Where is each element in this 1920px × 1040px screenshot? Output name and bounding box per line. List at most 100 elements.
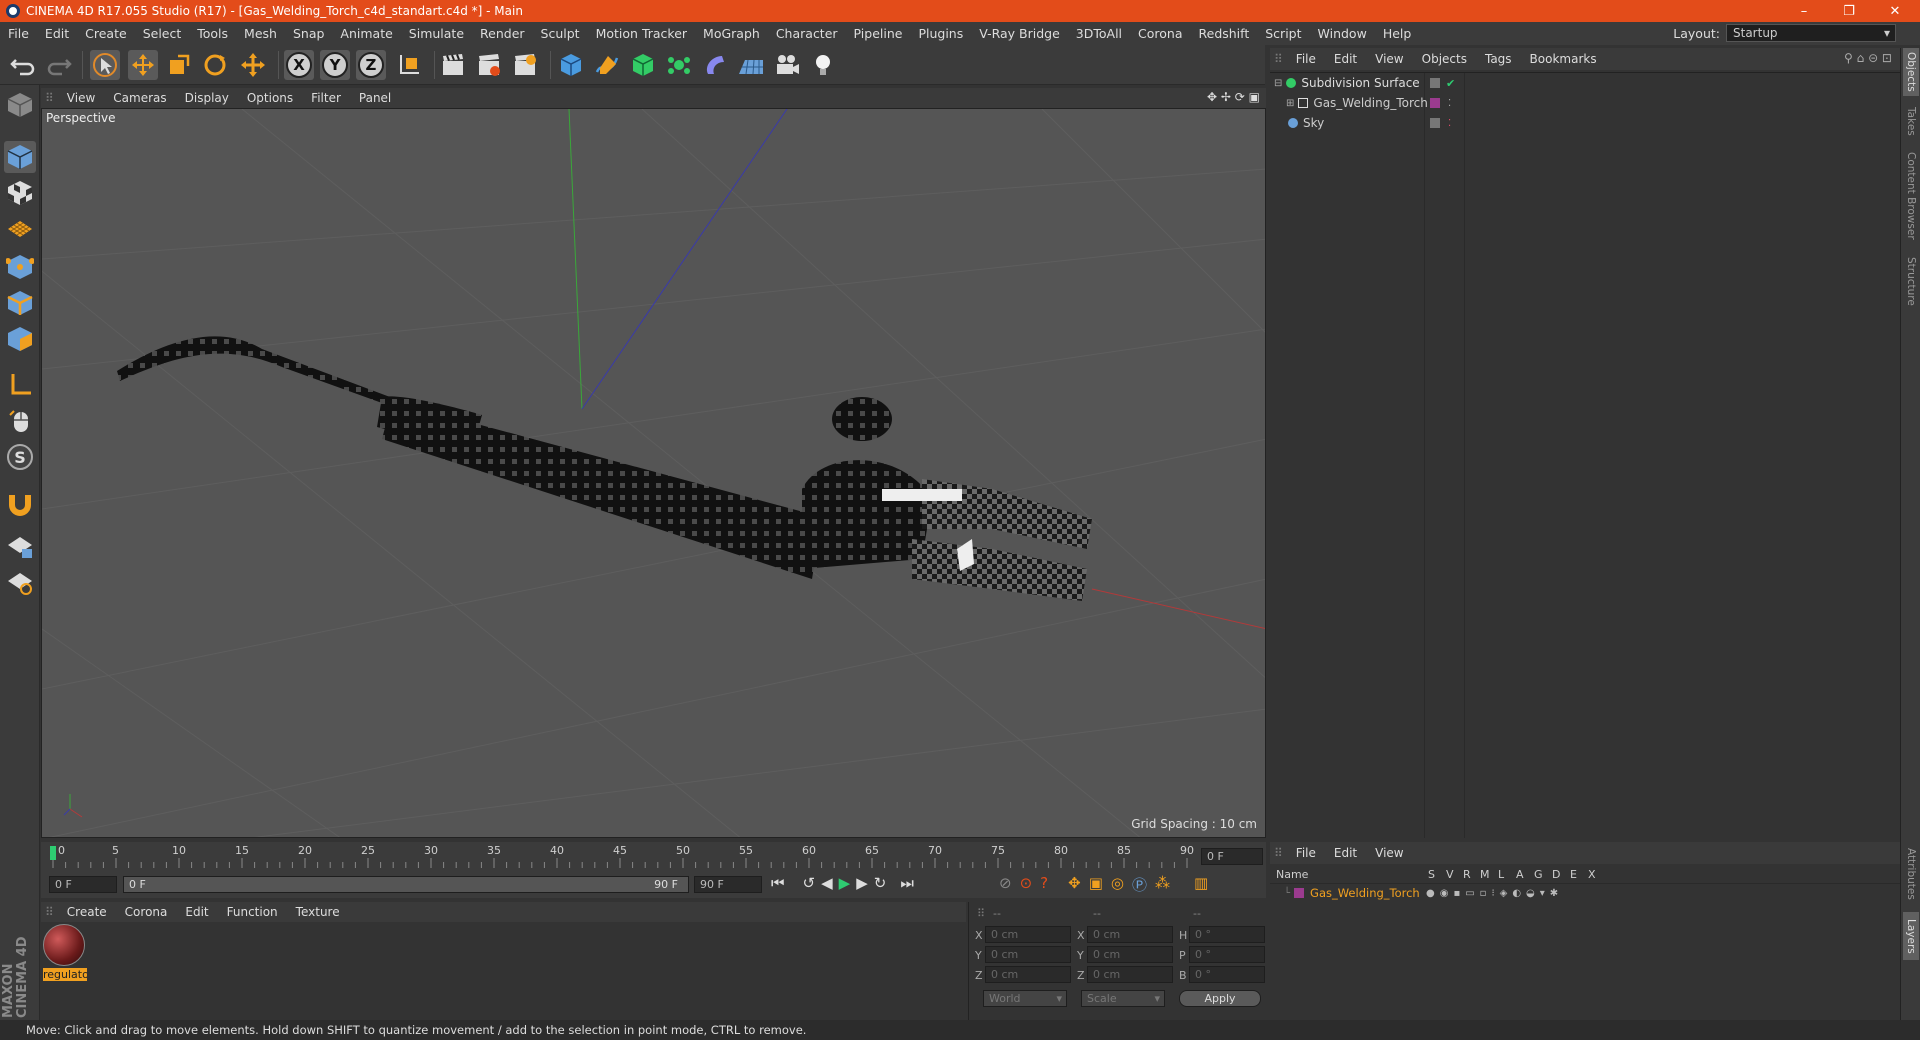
- menu-plugins[interactable]: Plugins: [910, 26, 971, 41]
- x-axis-lock-button[interactable]: X: [284, 50, 314, 80]
- size-z-field[interactable]: 0 cm: [1087, 966, 1173, 983]
- size-mode-dropdown[interactable]: Scale ▾: [1081, 990, 1165, 1007]
- add-generator-button[interactable]: [628, 50, 658, 80]
- layer-swatch[interactable]: [1430, 118, 1440, 128]
- render-view-button[interactable]: [438, 50, 468, 80]
- rotate-tool-button[interactable]: [200, 50, 230, 80]
- add-mograph-button[interactable]: [664, 50, 694, 80]
- end-frame-field[interactable]: 90 F: [694, 876, 762, 893]
- keyframe-selection-icon[interactable]: ?: [1040, 874, 1048, 895]
- previous-key-icon[interactable]: ↺: [803, 874, 816, 892]
- render-picture-viewer-button[interactable]: [474, 50, 504, 80]
- mat-menu-edit[interactable]: Edit: [176, 905, 217, 919]
- coordinate-mode-dropdown[interactable]: World ▾: [983, 990, 1067, 1007]
- add-light-button[interactable]: [808, 50, 838, 80]
- add-environment-button[interactable]: [736, 50, 766, 80]
- expand-icon[interactable]: ⊞: [1286, 98, 1294, 109]
- snapping-button[interactable]: S: [4, 441, 36, 473]
- locked-workplane-button[interactable]: [4, 531, 36, 563]
- obj-menu-file[interactable]: File: [1287, 52, 1325, 66]
- key-pla-icon[interactable]: ⁂: [1155, 874, 1170, 895]
- obj-menu-edit[interactable]: Edit: [1325, 52, 1366, 66]
- close-button[interactable]: ✕: [1876, 0, 1914, 22]
- redo-button[interactable]: [44, 50, 74, 80]
- texture-mode-button[interactable]: [4, 177, 36, 209]
- menu-sculpt[interactable]: Sculpt: [533, 26, 588, 41]
- go-to-end-icon[interactable]: ⏭: [900, 874, 914, 892]
- vp-menu-cameras[interactable]: Cameras: [104, 91, 175, 105]
- apply-button[interactable]: Apply: [1179, 990, 1261, 1007]
- autokey-icon[interactable]: ⊙: [1020, 874, 1033, 895]
- menu-render[interactable]: Render: [472, 26, 533, 41]
- add-deformer-button[interactable]: [700, 50, 730, 80]
- coordinate-system-button[interactable]: [394, 50, 424, 80]
- layer-swatch[interactable]: [1430, 78, 1440, 88]
- axis-mode-button[interactable]: [4, 369, 36, 401]
- pos-z-field[interactable]: 0 cm: [985, 966, 1071, 983]
- timeline-window-icon[interactable]: ▥: [1194, 874, 1208, 895]
- y-axis-lock-button[interactable]: Y: [320, 50, 350, 80]
- add-cube-button[interactable]: [556, 50, 586, 80]
- tab-content-browser[interactable]: Content Browser: [1903, 146, 1919, 246]
- previous-frame-icon[interactable]: ◀: [821, 874, 833, 892]
- menu-window[interactable]: Window: [1310, 26, 1375, 41]
- mat-menu-texture[interactable]: Texture: [287, 905, 349, 919]
- visibility-dots-icon[interactable]: ⁚: [1448, 118, 1451, 129]
- menu-snap[interactable]: Snap: [285, 26, 332, 41]
- obj-menu-tags[interactable]: Tags: [1476, 52, 1521, 66]
- pos-x-field[interactable]: 0 cm: [985, 926, 1071, 943]
- live-selection-button[interactable]: [90, 50, 120, 80]
- scale-tool-button[interactable]: [164, 50, 194, 80]
- play-forward-icon[interactable]: ▶: [839, 874, 851, 892]
- menu-create[interactable]: Create: [77, 26, 135, 41]
- layer-row[interactable]: └ Gas_Welding_Torch ●◉▪▭▫⁝◈◐◒▾✱: [1270, 884, 1900, 902]
- obj-menu-objects[interactable]: Objects: [1413, 52, 1476, 66]
- rot-b-field[interactable]: 0 °: [1189, 966, 1265, 983]
- transform-tool-button[interactable]: [238, 50, 268, 80]
- layer-menu-view[interactable]: View: [1366, 846, 1412, 860]
- make-editable-button[interactable]: [4, 89, 36, 121]
- menu-character[interactable]: Character: [768, 26, 846, 41]
- menu-select[interactable]: Select: [135, 26, 190, 41]
- tab-takes[interactable]: Takes: [1903, 102, 1919, 140]
- menu-mograph[interactable]: MoGraph: [695, 26, 768, 41]
- layer-flag-icons[interactable]: ●◉▪▭▫⁝◈◐◒▾✱: [1426, 888, 1563, 899]
- go-to-start-icon[interactable]: ⏮: [771, 874, 785, 892]
- tab-structure[interactable]: Structure: [1903, 252, 1919, 310]
- key-scale-icon[interactable]: ▣: [1089, 874, 1103, 895]
- tab-layers[interactable]: Layers: [1903, 912, 1919, 960]
- key-position-icon[interactable]: ✥: [1068, 874, 1081, 895]
- rot-h-field[interactable]: 0 °: [1189, 926, 1265, 943]
- obj-menu-view[interactable]: View: [1366, 52, 1412, 66]
- tab-objects[interactable]: Objects: [1903, 48, 1919, 96]
- menu-corona[interactable]: Corona: [1130, 26, 1190, 41]
- z-axis-lock-button[interactable]: Z: [356, 50, 386, 80]
- menu-edit[interactable]: Edit: [37, 26, 77, 41]
- polygons-mode-button[interactable]: [4, 323, 36, 355]
- key-rotation-icon[interactable]: ◎: [1111, 874, 1124, 895]
- object-row-gas-welding-torch[interactable]: ⊞ Gas_Welding_Torch ⁚: [1270, 93, 1900, 113]
- tab-attributes[interactable]: Attributes: [1903, 842, 1919, 906]
- material-swatch[interactable]: regulato: [43, 924, 87, 984]
- vp-menu-view[interactable]: View: [58, 91, 104, 105]
- menu-vray-bridge[interactable]: V-Ray Bridge: [971, 26, 1068, 41]
- vp-menu-display[interactable]: Display: [176, 91, 238, 105]
- menu-mesh[interactable]: Mesh: [236, 26, 285, 41]
- menu-pipeline[interactable]: Pipeline: [846, 26, 911, 41]
- start-frame-field[interactable]: 0 F: [49, 876, 117, 893]
- layer-menu-file[interactable]: File: [1287, 846, 1325, 860]
- menu-motion-tracker[interactable]: Motion Tracker: [588, 26, 695, 41]
- menu-animate[interactable]: Animate: [332, 26, 400, 41]
- perspective-viewport[interactable]: Perspective Grid Spacing : 10 cm: [41, 108, 1266, 838]
- layer-color-swatch[interactable]: [1294, 888, 1305, 898]
- edges-mode-button[interactable]: [4, 287, 36, 319]
- mat-menu-create[interactable]: Create: [58, 905, 116, 919]
- object-row-subdivision-surface[interactable]: ⊟ Subdivision Surface ✔: [1270, 73, 1900, 93]
- tweak-mode-button[interactable]: [4, 405, 36, 437]
- layer-swatch[interactable]: [1430, 98, 1440, 108]
- enabled-check-icon[interactable]: ✔: [1446, 77, 1455, 90]
- layout-dropdown[interactable]: Startup ▾: [1726, 24, 1896, 42]
- search-icon[interactable]: ⚲ ⌂ ⊝ ⊡: [1844, 51, 1892, 65]
- size-x-field[interactable]: 0 cm: [1087, 926, 1173, 943]
- next-key-icon[interactable]: ↻: [874, 874, 887, 892]
